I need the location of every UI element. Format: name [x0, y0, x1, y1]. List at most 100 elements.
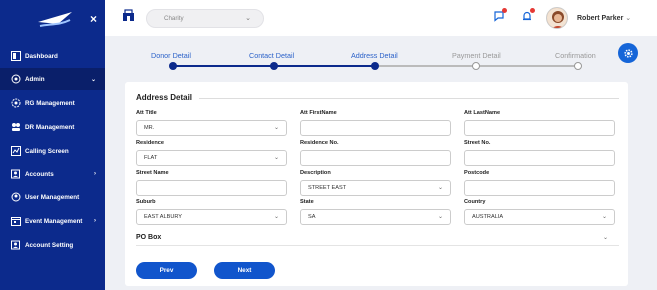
residence-no-label: Residence No.: [300, 140, 339, 146]
country-label: Country: [464, 199, 486, 205]
charity-building-icon: [123, 9, 134, 21]
residence-value: FLAT: [144, 155, 158, 161]
chevron-down-icon: ⌄: [437, 214, 443, 220]
step-payment-detail[interactable]: Payment Detail: [452, 51, 501, 60]
close-sidebar-icon[interactable]: ×: [90, 12, 97, 26]
step-dot-address-detail: [371, 62, 379, 70]
sidebar-item-user-management[interactable]: User Management: [0, 186, 105, 208]
street-name-label: Street Name: [136, 170, 169, 176]
chevron-down-icon: ⌄: [625, 15, 632, 22]
user-name[interactable]: Robert Parker ⌄: [577, 14, 631, 22]
chevron-down-icon: ⌄: [90, 76, 96, 83]
country-value: AUSTRALIA: [472, 214, 504, 220]
att-lastname-label: Att LastName: [464, 110, 501, 116]
message-notification-dot: [502, 8, 507, 13]
step-dot-confirmation: [574, 62, 582, 70]
postcode-label: Postcode: [464, 170, 490, 176]
street-no-input[interactable]: [464, 150, 615, 166]
postcode-input[interactable]: [464, 180, 615, 196]
residence-select[interactable]: FLAT ⌄: [136, 150, 287, 166]
next-button[interactable]: Next: [214, 262, 275, 279]
dr-management-icon: [11, 122, 21, 132]
sidebar-item-event-management[interactable]: Event Management ›: [0, 210, 105, 232]
avatar-image: [547, 8, 567, 28]
charity-select[interactable]: Charity ⌄: [146, 9, 264, 28]
sidebar: × Dashboard Admin ⌄ RG Management DR Man…: [0, 0, 105, 290]
sidebar-item-label: Accounts: [25, 170, 54, 178]
sidebar-item-label: Account Setting: [25, 241, 74, 249]
country-select[interactable]: AUSTRALIA ⌄: [464, 209, 615, 225]
address-form-card: Address Detail Att Title MR. ⌄ Att First…: [125, 82, 628, 286]
settings-button[interactable]: [618, 43, 638, 63]
att-title-select[interactable]: MR. ⌄: [136, 120, 287, 136]
logo-icon[interactable]: [36, 8, 76, 30]
sidebar-item-label: RG Management: [25, 99, 75, 107]
residence-label: Residence: [136, 140, 164, 146]
section-divider: [199, 98, 619, 99]
description-value: STREET EAST: [308, 185, 347, 191]
att-lastname-input[interactable]: [464, 120, 615, 136]
chevron-right-icon: ›: [94, 171, 96, 177]
sidebar-item-label: Dashboard: [25, 52, 58, 60]
chevron-right-icon: ›: [94, 218, 96, 224]
event-management-icon: [11, 216, 21, 226]
suburb-label: Suburb: [136, 199, 156, 205]
att-title-value: MR.: [144, 125, 155, 131]
gear-icon: [623, 48, 633, 58]
chevron-down-icon: ⌄: [601, 214, 607, 220]
att-firstname-input[interactable]: [300, 120, 451, 136]
suburb-value: EAST ALBURY: [144, 214, 183, 220]
state-value: SA: [308, 214, 316, 220]
admin-icon: [11, 74, 21, 84]
residence-no-input[interactable]: [300, 150, 451, 166]
chevron-down-icon: ⌄: [245, 15, 251, 22]
chevron-down-icon: ⌄: [273, 125, 279, 131]
step-confirmation[interactable]: Confirmation: [555, 51, 596, 60]
accounts-icon: [11, 169, 21, 179]
step-dot-payment-detail: [472, 62, 480, 70]
top-bar: Charity ⌄ Robert Parker ⌄: [105, 0, 657, 36]
avatar[interactable]: [546, 7, 568, 29]
chevron-down-icon: ⌄: [273, 155, 279, 161]
account-setting-icon: [11, 240, 21, 250]
sidebar-item-dr-management[interactable]: DR Management: [0, 116, 105, 138]
street-no-label: Street No.: [464, 140, 491, 146]
att-firstname-label: Att FirstName: [300, 110, 337, 116]
bell-notification-dot: [530, 8, 535, 13]
sidebar-item-admin[interactable]: Admin ⌄: [0, 68, 105, 90]
charity-select-value: Charity: [164, 15, 184, 22]
step-address-detail[interactable]: Address Detail: [351, 51, 398, 60]
street-name-input[interactable]: [136, 180, 287, 196]
sidebar-item-label: Calling Screen: [25, 147, 69, 155]
state-select[interactable]: SA ⌄: [300, 209, 451, 225]
po-box-divider: [136, 245, 619, 246]
sidebar-item-calling-screen[interactable]: Calling Screen: [0, 140, 105, 162]
step-donor-detail[interactable]: Donor Detail: [151, 51, 191, 60]
section-title: Address Detail: [136, 93, 193, 102]
sidebar-item-label: Event Management: [25, 217, 83, 225]
att-title-label: Att Title: [136, 110, 157, 116]
chevron-down-icon[interactable]: ⌄: [603, 234, 608, 241]
step-contact-detail[interactable]: Contact Detail: [249, 51, 294, 60]
step-dot-donor-detail: [169, 62, 177, 70]
step-dot-contact-detail: [270, 62, 278, 70]
sidebar-item-label: Admin: [25, 75, 45, 83]
sidebar-item-dashboard[interactable]: Dashboard: [0, 45, 105, 67]
prev-button[interactable]: Prev: [136, 262, 197, 279]
sidebar-item-label: DR Management: [25, 123, 75, 131]
description-label: Description: [300, 170, 331, 176]
chevron-down-icon: ⌄: [437, 185, 443, 191]
description-select[interactable]: STREET EAST ⌄: [300, 180, 451, 196]
sidebar-item-account-setting[interactable]: Account Setting: [0, 234, 105, 256]
sidebar-item-rg-management[interactable]: RG Management: [0, 92, 105, 114]
calling-screen-icon: [11, 146, 21, 156]
rg-management-icon: [11, 98, 21, 108]
suburb-select[interactable]: EAST ALBURY ⌄: [136, 209, 287, 225]
user-name-text: Robert Parker: [577, 15, 624, 22]
user-management-icon: [11, 192, 21, 202]
po-box-toggle[interactable]: PO Box: [136, 234, 161, 241]
sidebar-item-label: User Management: [25, 193, 80, 201]
dashboard-icon: [11, 51, 21, 61]
sidebar-item-accounts[interactable]: Accounts ›: [0, 163, 105, 185]
chevron-down-icon: ⌄: [273, 214, 279, 220]
